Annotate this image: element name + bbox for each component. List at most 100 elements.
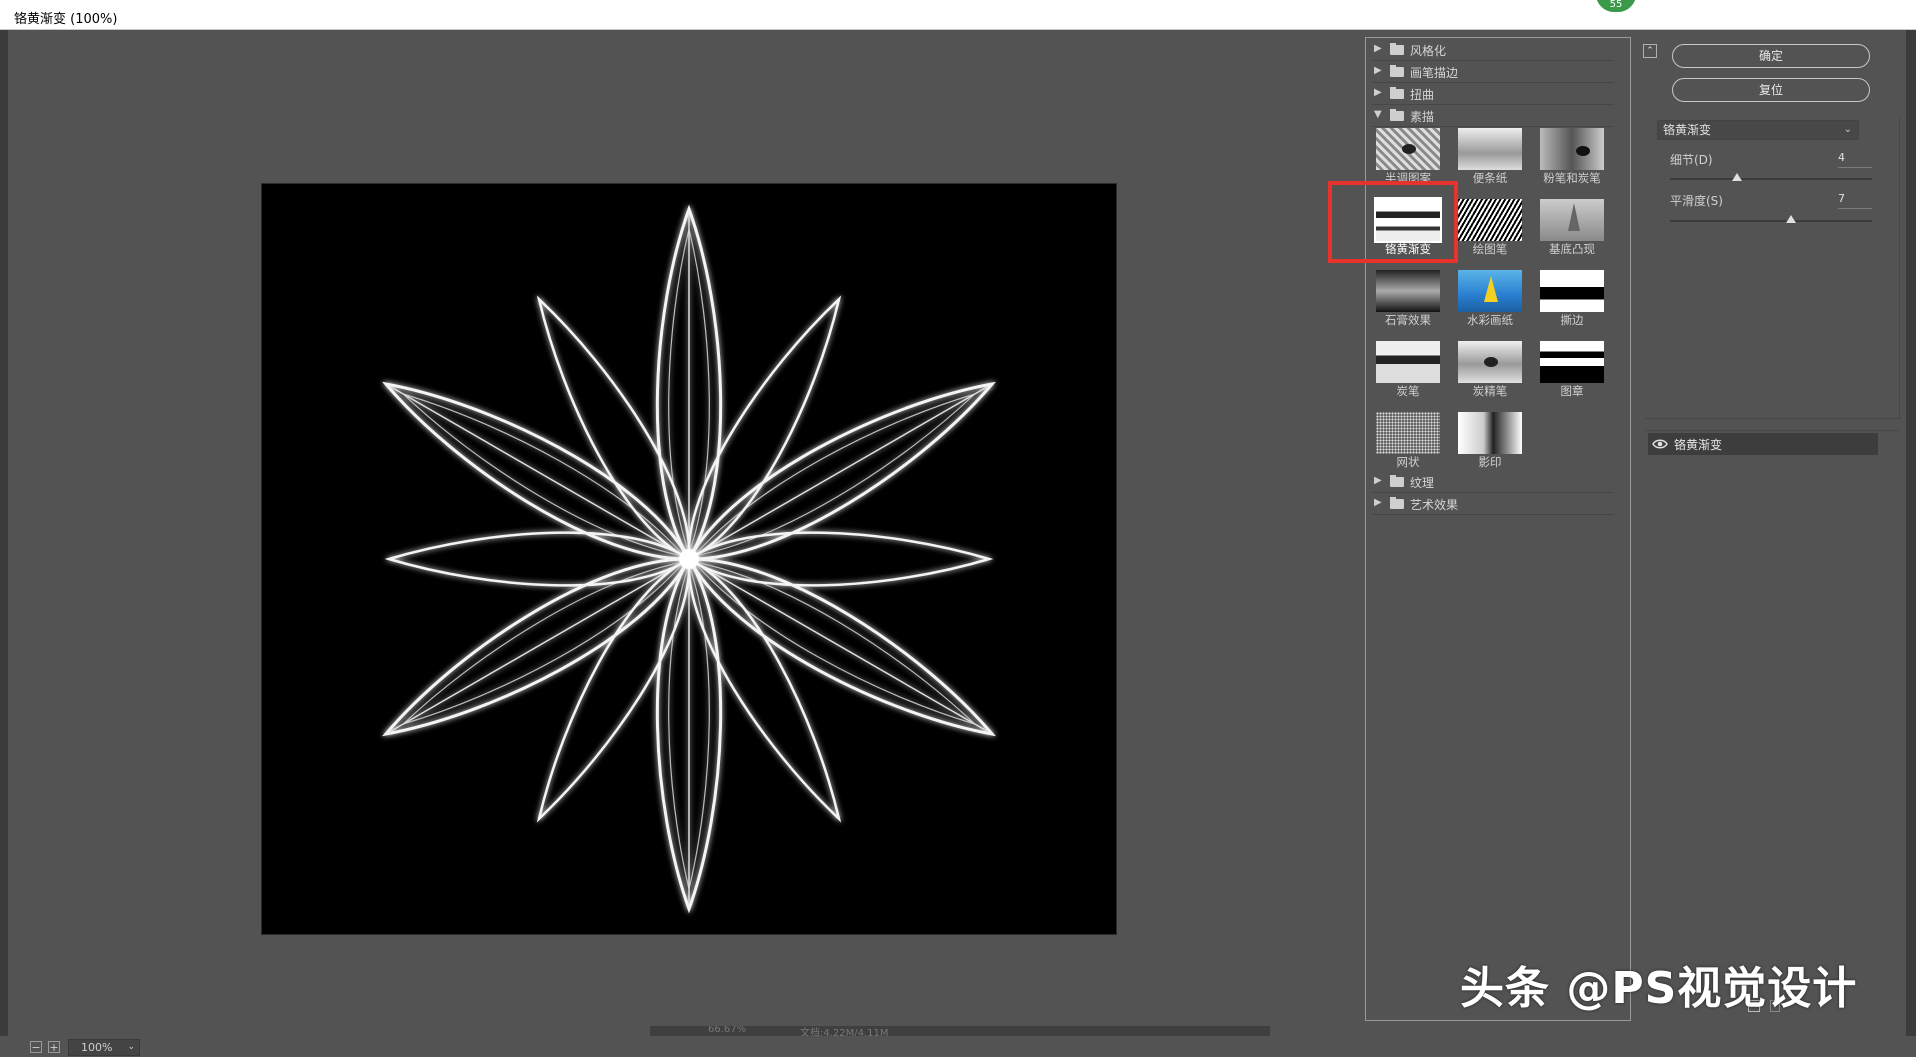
filter-bas-relief[interactable]: 基底凸现 [1539,199,1605,257]
category-texture[interactable]: ▶ 纹理 [1372,472,1614,493]
detail-input[interactable]: 4 [1838,151,1872,168]
filter-thumbnail [1540,270,1604,312]
folder-icon [1390,43,1404,55]
filter-torn-edges[interactable]: 撕边 [1539,270,1605,328]
filter-thumbnail [1458,270,1522,312]
category-label: 扭曲 [1410,88,1435,102]
filter-label: 粉笔和炭笔 [1543,171,1601,185]
category-artistic[interactable]: ▶ 艺术效果 [1372,494,1614,515]
effect-layers-panel [1645,430,1899,1023]
category-label: 风格化 [1410,44,1447,58]
filter-label: 影印 [1478,455,1502,469]
filter-label: 半调图案 [1385,171,1431,185]
preview-canvas[interactable] [262,184,1116,934]
status-zoom: 66.67% [708,1026,747,1035]
category-stylize[interactable]: ▶ 风格化 [1372,40,1614,61]
filter-label: 绘图笔 [1472,242,1508,256]
filter-label: 撕边 [1560,313,1584,327]
filter-chalk-charcoal[interactable]: 粉笔和炭笔 [1539,128,1605,186]
filter-select-value: 铬黄渐变 [1663,123,1712,137]
filter-thumbnail [1458,341,1522,383]
zoom-out-button[interactable]: − [30,1041,42,1053]
folder-icon [1390,497,1404,509]
notification-badge: 55 [1594,0,1638,14]
filter-thumbnail [1376,341,1440,383]
zoom-in-button[interactable]: + [48,1041,60,1053]
window-title: 铬黄渐变 (100%) [14,12,118,27]
detail-slider-knob[interactable] [1732,173,1743,181]
category-brush-strokes[interactable]: ▶ 画笔描边 [1372,62,1614,83]
expand-arrow-icon: ▶ [1374,497,1382,508]
filter-thumbnail [1458,199,1522,241]
filter-thumbnail [1376,128,1440,170]
filter-label: 基底凸现 [1549,242,1595,256]
filter-conte-crayon[interactable]: 炭精笔 [1457,341,1523,399]
category-label: 纹理 [1410,476,1435,490]
expand-arrow-icon: ▶ [1374,475,1382,486]
filter-select[interactable]: 铬黄渐变 ⌄ [1657,120,1859,140]
expand-arrow-icon: ▶ [1374,87,1382,98]
folder-icon [1390,65,1404,77]
smoothness-slider[interactable] [1670,220,1872,222]
smoothness-label: 平滑度(S) [1670,194,1723,208]
watermark-text: 头条 @PS视觉设计 [1460,963,1858,1014]
filter-label: 炭精笔 [1472,384,1508,398]
filter-note-paper[interactable]: 便条纸 [1457,128,1523,186]
window-frame-left [0,30,8,1036]
detail-slider[interactable] [1670,178,1872,180]
chevron-down-icon: ⌄ [1843,124,1852,135]
category-distort[interactable]: ▶ 扭曲 [1372,84,1614,105]
filter-halftone-pattern[interactable]: 半调图案 [1375,128,1441,186]
smoothness-input[interactable]: 7 [1838,192,1872,209]
filter-thumbnail [1458,128,1522,170]
category-sketch[interactable]: ▼ 素描 [1372,106,1614,127]
window-frame-right [1906,30,1916,1036]
filter-thumbnail [1540,128,1604,170]
effect-layer-label: 铬黄渐变 [1674,438,1723,452]
status-doc-size: 文档:4.22M/4.11M [800,1028,889,1036]
ok-button[interactable]: 确定 [1672,44,1870,68]
filter-thumbnail [1540,199,1604,241]
expand-arrow-icon: ▶ [1374,65,1382,76]
filter-reticulation[interactable]: 网状 [1375,412,1441,470]
filter-label: 图章 [1560,384,1584,398]
zoom-select[interactable]: 100% ⌄ [68,1039,140,1056]
filter-gallery: ▶ 风格化 ▶ 画笔描边 ▶ 扭曲 ▼ 素描 半调图案 便条纸 粉笔和炭笔 铬黄… [1365,37,1631,1021]
filter-stamp[interactable]: 图章 [1539,341,1605,399]
category-label: 素描 [1410,110,1435,124]
eye-icon[interactable] [1652,436,1668,452]
category-label: 画笔描边 [1410,66,1459,80]
filter-water-paper[interactable]: 水彩画纸 [1457,270,1523,328]
open-folder-icon [1390,109,1404,121]
smoothness-slider-knob[interactable] [1786,215,1797,223]
preview-area: − + 100% ⌄ [10,37,1362,1056]
chrome-flower-image [368,204,1010,911]
category-label: 艺术效果 [1410,498,1459,512]
zoom-value: 100% [81,1041,113,1054]
filter-photocopy[interactable]: 影印 [1457,412,1523,470]
folder-icon [1390,475,1404,487]
filter-chrome[interactable]: 铬黄渐变 [1374,197,1442,257]
collapse-arrow-icon: ▼ [1374,109,1382,120]
filter-label: 便条纸 [1472,171,1508,185]
filter-charcoal[interactable]: 炭笔 [1375,341,1441,399]
filter-label: 炭笔 [1396,384,1420,398]
filter-thumbnail [1374,197,1442,243]
filter-plaster[interactable]: 石膏效果 [1375,270,1441,328]
chevron-down-icon: ⌄ [127,1042,135,1052]
folder-icon [1390,87,1404,99]
filter-thumbnail [1458,412,1522,454]
reset-button[interactable]: 复位 [1672,78,1870,102]
status-strip: 66.67% 文档:4.22M/4.11M [650,1026,1270,1036]
collapse-gallery-button[interactable]: ⌃ [1643,44,1657,58]
effect-layer-item[interactable]: 铬黄渐变 [1648,433,1878,455]
filter-label: 网状 [1396,455,1420,469]
filter-thumbnail [1376,412,1440,454]
filter-label: 水彩画纸 [1467,313,1513,327]
filter-graphic-pen[interactable]: 绘图笔 [1457,199,1523,257]
filter-label: 石膏效果 [1385,313,1431,327]
filter-thumbnail [1376,270,1440,312]
zoom-controls: − + 100% ⌄ [30,1039,260,1057]
filter-thumbnail [1540,341,1604,383]
filter-label: 铬黄渐变 [1385,242,1431,256]
